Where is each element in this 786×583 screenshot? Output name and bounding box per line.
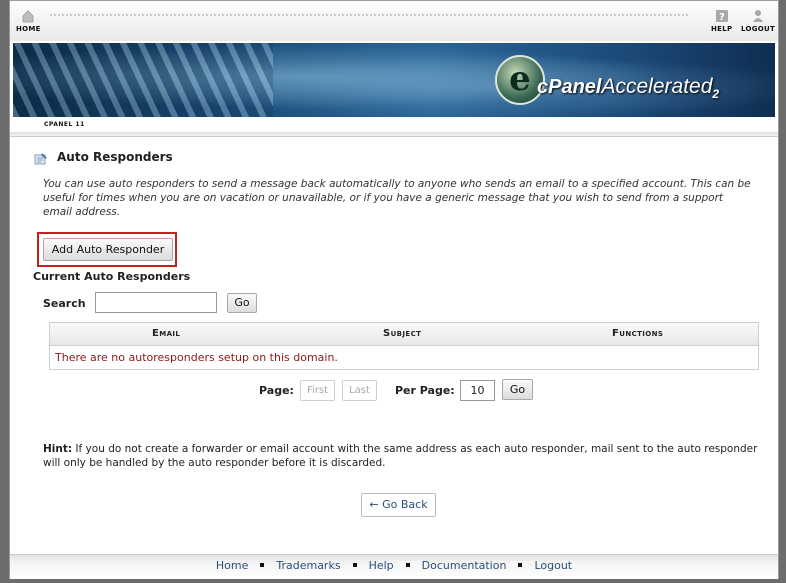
table-row: There are no autoresponders setup on thi… bbox=[50, 346, 758, 369]
svg-text:?: ? bbox=[719, 12, 725, 23]
breadcrumb[interactable]: CPANEL 11 bbox=[44, 121, 85, 128]
search-input[interactable] bbox=[95, 292, 217, 313]
footer-link-trademarks[interactable]: Trademarks bbox=[276, 559, 340, 572]
cpanel-banner: e cPanelAccelerated2 bbox=[13, 43, 775, 117]
help-icon: ? bbox=[715, 10, 728, 23]
home-icon bbox=[22, 10, 34, 23]
footer-links: Home Trademarks Help Documentation Logout bbox=[10, 559, 778, 572]
auto-responders-table: Email Subject Functions There are no aut… bbox=[49, 322, 759, 370]
footer-separator bbox=[405, 562, 410, 567]
empty-table-message: There are no autoresponders setup on thi… bbox=[55, 351, 338, 364]
topbar-divider bbox=[50, 14, 688, 20]
top-navigation-bar: HOME ? HELP LOGOUT bbox=[10, 1, 778, 41]
logo-product: Accelerated bbox=[601, 75, 713, 98]
home-label: HOME bbox=[16, 25, 41, 33]
page-title: Auto Responders bbox=[57, 150, 173, 164]
help-label: HELP bbox=[711, 25, 733, 33]
search-label: Search bbox=[43, 297, 86, 310]
footer-separator bbox=[352, 562, 357, 567]
footer-link-home[interactable]: Home bbox=[216, 559, 248, 572]
cpanel-logo-text: cPanelAccelerated2 bbox=[537, 75, 719, 101]
logo-version: 2 bbox=[712, 87, 720, 101]
hint-body: If you do not create a forwarder or emai… bbox=[43, 443, 758, 469]
page-description: You can use auto responders to send a me… bbox=[43, 178, 751, 218]
logout-nav[interactable]: LOGOUT bbox=[741, 9, 775, 33]
last-page-button[interactable]: Last bbox=[342, 380, 377, 401]
logo-brand: cPanel bbox=[537, 76, 602, 98]
first-page-button[interactable]: First bbox=[300, 380, 335, 401]
breadcrumb-bar: CPANEL 11 bbox=[10, 119, 778, 137]
footer: Home Trademarks Help Documentation Logout bbox=[10, 554, 778, 579]
column-header-email[interactable]: Email bbox=[152, 328, 180, 339]
per-page-go-button[interactable]: Go bbox=[502, 379, 533, 400]
add-auto-responder-button[interactable]: Add Auto Responder bbox=[43, 238, 173, 261]
hint-label: Hint: bbox=[43, 443, 73, 455]
column-header-subject[interactable]: Subject bbox=[383, 328, 421, 339]
go-back-button[interactable]: ← Go Back bbox=[361, 493, 436, 517]
cpanel-window: HOME ? HELP LOGOUT e cPanelAccelerated2 bbox=[9, 0, 779, 579]
footer-separator bbox=[260, 562, 265, 567]
banner-network-cables-image bbox=[13, 43, 273, 117]
user-logout-icon bbox=[753, 10, 764, 22]
auto-responder-icon bbox=[34, 153, 47, 165]
footer-link-logout[interactable]: Logout bbox=[534, 559, 572, 572]
cpanel-accelerated-logo: e cPanelAccelerated2 bbox=[495, 53, 745, 111]
table-header: Email Subject Functions bbox=[50, 323, 758, 346]
per-page-input[interactable]: 10 bbox=[460, 380, 495, 401]
hint-text: Hint: If you do not create a forwarder o… bbox=[43, 442, 763, 470]
current-auto-responders-heading: Current Auto Responders bbox=[33, 270, 191, 283]
search-go-button[interactable]: Go bbox=[227, 293, 257, 313]
page-label: Page: bbox=[259, 384, 294, 397]
footer-separator bbox=[518, 562, 523, 567]
help-nav[interactable]: ? HELP bbox=[711, 9, 732, 33]
per-page-label: Per Page: bbox=[395, 384, 455, 397]
footer-link-help[interactable]: Help bbox=[369, 559, 394, 572]
footer-link-documentation[interactable]: Documentation bbox=[422, 559, 507, 572]
column-header-functions: Functions bbox=[612, 328, 664, 339]
logout-label: LOGOUT bbox=[741, 25, 776, 33]
breadcrumb-divider bbox=[10, 132, 778, 137]
home-nav[interactable]: HOME bbox=[16, 9, 41, 33]
